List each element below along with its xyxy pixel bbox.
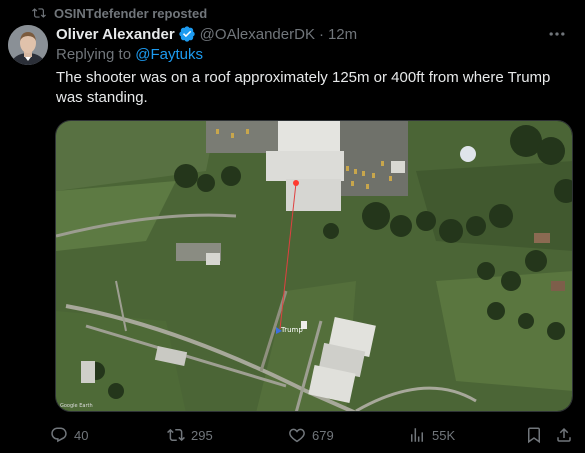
- bookmark-button[interactable]: [525, 423, 549, 447]
- satellite-map-image: Trump Google Earth: [56, 121, 572, 411]
- more-icon[interactable]: [547, 24, 567, 44]
- like-icon: [289, 428, 305, 443]
- repost-icon: [32, 8, 46, 18]
- author-handle[interactable]: @OAlexanderDK: [200, 26, 315, 43]
- views-icon: [411, 428, 423, 442]
- bookmark-icon: [528, 427, 540, 444]
- tweet-text: The shooter was on a roof approximately …: [56, 69, 551, 106]
- like-button[interactable]: 679: [288, 423, 334, 447]
- avatar-image: [8, 25, 48, 65]
- map-label-trump: Trump: [280, 326, 303, 334]
- reply-count: 40: [74, 427, 89, 443]
- views-count: 55K: [432, 427, 456, 443]
- repost-count: 295: [191, 427, 213, 443]
- author-name[interactable]: Oliver Alexander: [56, 26, 175, 43]
- replying-to: Replying to @Faytuks: [56, 46, 203, 66]
- like-count: 679: [312, 427, 334, 443]
- repost-button[interactable]: 295: [167, 423, 213, 447]
- reply-icon: [51, 427, 67, 443]
- share-button[interactable]: [555, 423, 579, 447]
- tweet-actions: 40 295 679 55K: [50, 423, 575, 447]
- map-watermark: Google Earth: [60, 403, 93, 409]
- repost-indicator[interactable]: OSINTdefender reposted: [32, 5, 207, 21]
- tweet-header: Oliver Alexander @OAlexanderDK · 12m: [56, 24, 357, 44]
- repost-icon: [167, 428, 185, 442]
- views-button[interactable]: 55K: [408, 423, 455, 447]
- timestamp[interactable]: 12m: [328, 26, 357, 43]
- verified-badge-icon[interactable]: [178, 25, 196, 43]
- tweet-image[interactable]: Trump Google Earth: [55, 120, 573, 412]
- share-icon: [557, 427, 571, 442]
- replying-to-prefix: Replying to: [56, 46, 136, 63]
- avatar[interactable]: [8, 25, 48, 65]
- reply-button[interactable]: 40: [50, 423, 88, 447]
- separator: ·: [318, 25, 324, 43]
- repost-label: OSINTdefender reposted: [54, 5, 208, 21]
- reply-mention-link[interactable]: @Faytuks: [135, 46, 203, 63]
